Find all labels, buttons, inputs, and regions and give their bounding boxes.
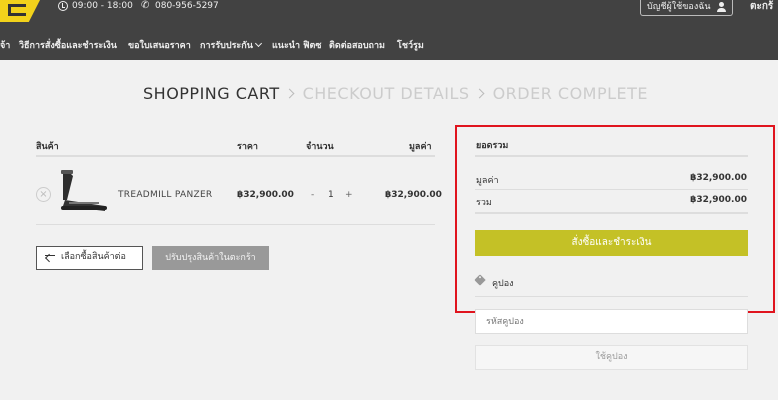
main-nav: จ้า วิธีการสั่งซื้อและชำระเงิน ขอใบเสนอร…	[0, 29, 778, 60]
subtotal-divider	[475, 189, 748, 190]
continue-shopping-button[interactable]: เลือกซื้อสินค้าต่อ	[36, 246, 143, 270]
continue-shopping-label: เลือกซื้อสินค้าต่อ	[61, 252, 126, 262]
quantity-stepper: - 1 +	[306, 185, 354, 206]
step-shopping-cart[interactable]: SHOPPING CART	[143, 84, 280, 103]
apply-coupon-button[interactable]: ใช้คูปอง	[475, 345, 748, 370]
checkout-steps: SHOPPING CART CHECKOUT DETAILS ORDER COMPL…	[143, 84, 648, 103]
total-divider	[475, 212, 748, 214]
line-subtotal: ฿32,900.00	[385, 190, 442, 200]
subtotal-label: มูลค่า	[476, 176, 499, 186]
user-icon	[717, 2, 726, 12]
product-price: ฿32,900.00	[237, 190, 294, 200]
coupon-code-input[interactable]	[475, 309, 748, 334]
coupon-divider	[475, 296, 748, 297]
chevron-right-icon	[284, 88, 295, 99]
treadmill-thumbnail[interactable]	[55, 170, 110, 216]
nav-item-showroom[interactable]: โชว์รูม	[397, 40, 424, 52]
step-order-complete: ORDER COMPLETE	[492, 84, 649, 103]
coupon-heading: คูปอง	[492, 279, 514, 289]
nav-item-warranty-label: การรับประกัน	[200, 41, 253, 51]
logo-mark	[8, 4, 26, 16]
update-cart-button[interactable]: ปรับปรุงสินค้าในตะกร้า	[152, 246, 269, 270]
quantity-plus-button[interactable]: +	[345, 190, 353, 200]
chevron-right-icon	[474, 88, 485, 99]
column-header-subtotal: มูลค่า	[409, 142, 432, 152]
phone-icon: ✆	[141, 0, 150, 11]
subtotal-value: ฿32,900.00	[690, 173, 747, 183]
business-hours: 09:00 - 18:00	[72, 1, 133, 11]
quantity-value[interactable]: 1	[328, 190, 334, 200]
remove-item-button[interactable]: ×	[36, 187, 51, 202]
clock-icon	[58, 1, 68, 11]
column-header-price: ราคา	[237, 142, 258, 152]
total-label: รวม	[476, 198, 492, 208]
my-account-button[interactable]: บัญชีผู้ใช้ของฉัน	[640, 0, 733, 16]
top-bar: 09:00 - 18:00 ✆ 080-956-5297 บัญชีผู้ใช้…	[0, 0, 778, 29]
nav-item-contact[interactable]: ติดต่อสอบถาม	[329, 40, 385, 52]
arrow-left-icon	[45, 255, 55, 256]
my-account-label: บัญชีผู้ใช้ของฉัน	[647, 2, 711, 12]
nav-item-recommend[interactable]: แนะนำ ฟิตซ	[272, 40, 321, 52]
nav-item-products[interactable]: จ้า	[0, 40, 10, 52]
quantity-minus-button[interactable]: -	[311, 190, 314, 200]
total-value: ฿32,900.00	[690, 195, 747, 205]
nav-item-quotation[interactable]: ขอใบเสนอราคา	[128, 40, 191, 52]
brand-logo[interactable]	[0, 0, 40, 22]
cart-link[interactable]: ตะกร้	[750, 0, 773, 13]
proceed-to-checkout-button[interactable]: สั่งซื้อและชำระเงิน	[475, 230, 748, 256]
cart-totals-title: ยอดรวม	[476, 141, 509, 151]
column-header-product: สินค้า	[36, 142, 59, 152]
column-header-quantity: จำนวน	[306, 142, 334, 152]
nav-item-how-to-order[interactable]: วิธีการสั่งซื้อและชำระเงิน	[19, 40, 117, 52]
nav-item-warranty[interactable]: การรับประกัน	[200, 39, 262, 52]
table-row-divider	[36, 224, 435, 225]
step-checkout-details[interactable]: CHECKOUT DETAILS	[303, 84, 470, 103]
totals-header-divider	[475, 155, 748, 157]
phone-number[interactable]: 080-956-5297	[155, 0, 219, 13]
chevron-down-icon	[254, 39, 262, 48]
product-name[interactable]: TREADMILL PANZER	[118, 190, 212, 200]
table-header-divider	[36, 155, 435, 157]
